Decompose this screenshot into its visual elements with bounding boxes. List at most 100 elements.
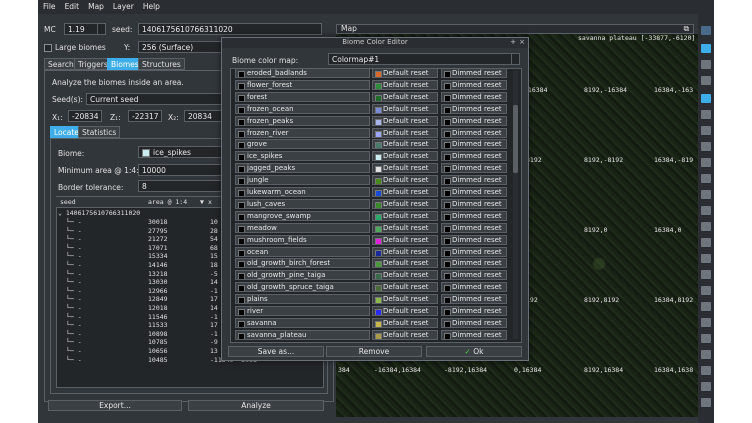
- save-as-button[interactable]: Save as...: [228, 346, 324, 357]
- gear-icon[interactable]: [701, 26, 711, 35]
- dimmed-reset-button[interactable]: Dimmed reset: [441, 187, 507, 197]
- structure-icon[interactable]: [701, 190, 711, 199]
- biome-name-button[interactable]: river: [235, 306, 370, 316]
- map-undock-icon[interactable]: ⧉: [684, 25, 689, 33]
- biome-name-button[interactable]: frozen_ocean: [235, 103, 370, 114]
- dimmed-reset-button[interactable]: Dimmed reset: [441, 329, 507, 340]
- z1-input[interactable]: -22317: [128, 110, 162, 122]
- remove-button[interactable]: Remove: [326, 346, 422, 357]
- dimmed-reset-button[interactable]: Dimmed reset: [441, 282, 507, 293]
- default-reset-button[interactable]: Default reset: [372, 210, 438, 221]
- biome-name-button[interactable]: grove: [235, 139, 370, 150]
- biome-name-button[interactable]: frozen_river: [235, 127, 370, 138]
- structure-icon[interactable]: [701, 270, 711, 279]
- structure-icon[interactable]: [701, 334, 711, 343]
- structure-icon[interactable]: [701, 382, 711, 391]
- biome-name-button[interactable]: lush_caves: [235, 198, 370, 209]
- default-reset-button[interactable]: Default reset: [372, 163, 438, 174]
- default-reset-button[interactable]: Default reset: [372, 234, 438, 245]
- structure-icon[interactable]: [701, 126, 711, 135]
- structure-icon[interactable]: [701, 302, 711, 311]
- biome-name-button[interactable]: ocean: [235, 246, 370, 257]
- default-reset-button[interactable]: Default reset: [372, 187, 438, 197]
- dimmed-reset-button[interactable]: Dimmed reset: [441, 127, 507, 138]
- layer-icon[interactable]: [701, 60, 711, 69]
- default-reset-button[interactable]: Default reset: [372, 151, 438, 162]
- structure-icon[interactable]: [701, 350, 711, 359]
- menu-edit[interactable]: Edit: [60, 0, 84, 11]
- biome-name-button[interactable]: old_growth_pine_taiga: [235, 270, 370, 281]
- dimmed-reset-button[interactable]: Dimmed reset: [441, 306, 507, 316]
- x1-input[interactable]: -20834: [68, 110, 102, 122]
- biome-name-button[interactable]: savanna: [235, 317, 370, 328]
- default-reset-button[interactable]: Default reset: [372, 127, 438, 138]
- structure-icon[interactable]: [701, 158, 711, 167]
- x2-input[interactable]: 20834: [184, 110, 224, 122]
- dimmed-reset-button[interactable]: Dimmed reset: [441, 317, 507, 328]
- dimmed-reset-button[interactable]: Dimmed reset: [441, 69, 507, 78]
- close-icon[interactable]: ×: [519, 38, 525, 47]
- default-reset-button[interactable]: Default reset: [372, 91, 438, 102]
- dimmed-reset-button[interactable]: Dimmed reset: [441, 163, 507, 174]
- mc-version-select[interactable]: 1.19: [64, 23, 106, 35]
- default-reset-button[interactable]: Default reset: [372, 270, 438, 281]
- dimmed-reset-button[interactable]: Dimmed reset: [441, 258, 507, 269]
- structure-icon[interactable]: [701, 398, 711, 407]
- biome-name-button[interactable]: eroded_badlands: [235, 69, 370, 78]
- biome-name-button[interactable]: jagged_peaks: [235, 163, 370, 174]
- default-reset-button[interactable]: Default reset: [372, 317, 438, 328]
- dimmed-reset-button[interactable]: Dimmed reset: [441, 151, 507, 162]
- dimmed-reset-button[interactable]: Dimmed reset: [441, 139, 507, 150]
- default-reset-button[interactable]: Default reset: [372, 282, 438, 293]
- export-button[interactable]: Export...: [48, 400, 182, 411]
- grid-icon[interactable]: [701, 94, 711, 103]
- structure-icon[interactable]: [701, 286, 711, 295]
- menu-file[interactable]: File: [38, 0, 60, 11]
- scrollbar-thumb[interactable]: [513, 105, 518, 173]
- default-reset-button[interactable]: Default reset: [372, 198, 438, 209]
- default-reset-button[interactable]: Default reset: [372, 79, 438, 90]
- biome-name-button[interactable]: lukewarm_ocean: [235, 187, 370, 197]
- structure-icon[interactable]: [701, 254, 711, 263]
- menu-layer[interactable]: Layer: [108, 0, 138, 11]
- float-icon[interactable]: +: [510, 38, 516, 47]
- dimmed-reset-button[interactable]: Dimmed reset: [441, 246, 507, 257]
- dimmed-reset-button[interactable]: Dimmed reset: [441, 234, 507, 245]
- dimmed-reset-button[interactable]: Dimmed reset: [441, 103, 507, 114]
- tab-structures[interactable]: Structures: [138, 58, 185, 70]
- dimmed-reset-button[interactable]: Dimmed reset: [441, 210, 507, 221]
- default-reset-button[interactable]: Default reset: [372, 246, 438, 257]
- structure-icon[interactable]: [701, 366, 711, 375]
- dimmed-reset-button[interactable]: Dimmed reset: [441, 115, 507, 126]
- dimmed-reset-button[interactable]: Dimmed reset: [441, 175, 507, 186]
- structure-icon[interactable]: [701, 142, 711, 151]
- biome-name-button[interactable]: old_growth_spruce_taiga: [235, 282, 370, 293]
- biome-name-button[interactable]: mushroom_fields: [235, 234, 370, 245]
- menu-help[interactable]: Help: [138, 0, 164, 11]
- default-reset-button[interactable]: Default reset: [372, 115, 438, 126]
- biome-name-button[interactable]: old_growth_birch_forest: [235, 258, 370, 269]
- dimmed-reset-button[interactable]: Dimmed reset: [441, 270, 507, 281]
- dimmed-reset-button[interactable]: Dimmed reset: [441, 198, 507, 209]
- default-reset-button[interactable]: Default reset: [372, 222, 438, 233]
- layer-icon[interactable]: [701, 76, 711, 85]
- large-biomes-checkbox[interactable]: Large biomes: [44, 43, 106, 52]
- colormap-select[interactable]: Colormap#1: [328, 53, 520, 65]
- default-reset-button[interactable]: Default reset: [372, 69, 438, 78]
- dimmed-reset-button[interactable]: Dimmed reset: [441, 91, 507, 102]
- header-seed[interactable]: seed: [60, 198, 76, 206]
- biome-name-button[interactable]: ice_spikes: [235, 151, 370, 162]
- biome-name-button[interactable]: mangrove_swamp: [235, 210, 370, 221]
- default-reset-button[interactable]: Default reset: [372, 329, 438, 340]
- checkbox-box[interactable]: [44, 44, 52, 52]
- biome-name-button[interactable]: plains: [235, 294, 370, 305]
- structure-icon[interactable]: [701, 318, 711, 327]
- biome-name-button[interactable]: flower_forest: [235, 79, 370, 90]
- dimmed-reset-button[interactable]: Dimmed reset: [441, 222, 507, 233]
- scrollbar[interactable]: [513, 71, 518, 339]
- header-x[interactable]: x: [208, 198, 212, 206]
- tab-statistics[interactable]: Statistics: [78, 126, 121, 138]
- menu-map[interactable]: Map: [83, 0, 108, 11]
- seed-input[interactable]: 1406175610766311020: [138, 23, 322, 35]
- biome-name-button[interactable]: jungle: [235, 175, 370, 186]
